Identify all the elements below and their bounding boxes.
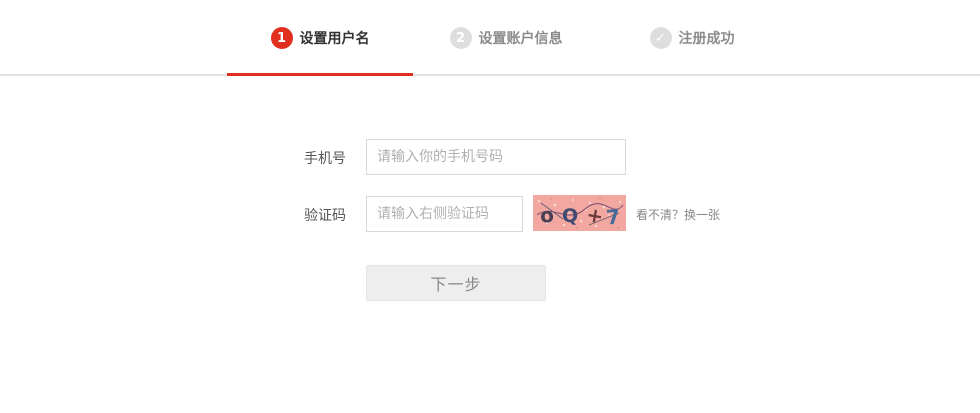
step-set-username: 1 设置用户名 bbox=[227, 0, 413, 76]
step-label: 注册成功 bbox=[678, 31, 735, 47]
step-number-badge: 1 bbox=[270, 27, 293, 49]
divider bbox=[0, 74, 980, 76]
captcha-input[interactable] bbox=[366, 196, 523, 232]
svg-text:Q: Q bbox=[562, 205, 578, 227]
refresh-captcha-link[interactable]: 看不清？换一张 bbox=[636, 206, 720, 223]
step-set-account-info: 2 设置账户信息 bbox=[413, 0, 599, 76]
svg-text:+: + bbox=[585, 202, 606, 229]
step-number-badge: 2 bbox=[449, 27, 472, 49]
active-step-indicator bbox=[227, 73, 413, 76]
captcha-label: 验证码 bbox=[304, 208, 346, 224]
step-label: 设置账户信息 bbox=[478, 31, 563, 47]
phone-label: 手机号 bbox=[304, 151, 346, 167]
captcha-image[interactable]: o Q + 7 bbox=[533, 195, 626, 231]
step-progress-bar: 1 设置用户名 2 设置账户信息 ✓ 注册成功 bbox=[0, 0, 980, 76]
svg-text:o: o bbox=[538, 202, 555, 228]
register-page: 1 设置用户名 2 设置账户信息 ✓ 注册成功 手机号 验证码 bbox=[0, 0, 980, 413]
captcha-graphic: o Q + 7 bbox=[536, 198, 624, 230]
checkmark-icon: ✓ bbox=[649, 27, 672, 49]
step-label: 设置用户名 bbox=[299, 31, 370, 47]
phone-input[interactable] bbox=[366, 139, 626, 175]
next-step-button[interactable]: 下一步 bbox=[366, 265, 546, 301]
step-register-success: ✓ 注册成功 bbox=[599, 0, 785, 76]
svg-text:7: 7 bbox=[605, 204, 621, 229]
